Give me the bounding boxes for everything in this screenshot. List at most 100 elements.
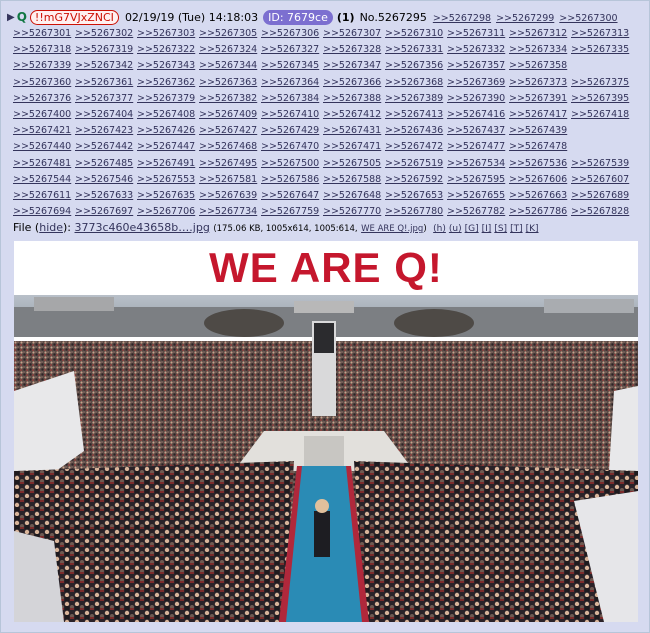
backlink[interactable]: >>5267379	[137, 93, 195, 104]
file-tool-link[interactable]: (u)	[449, 224, 462, 234]
backlink[interactable]: >>5267485	[75, 158, 133, 169]
backlink[interactable]: >>5267440	[13, 141, 71, 152]
backlink[interactable]: >>5267375	[571, 77, 629, 88]
backlink[interactable]: >>5267491	[137, 158, 195, 169]
backlink[interactable]: >>5267505	[323, 158, 381, 169]
backlink[interactable]: >>5267782	[447, 206, 505, 217]
backlink[interactable]: >>5267412	[323, 109, 381, 120]
backlink[interactable]: >>5267331	[385, 44, 443, 55]
backlink[interactable]: >>5267770	[323, 206, 381, 217]
backlink[interactable]: >>5267477	[447, 141, 505, 152]
backlink[interactable]: >>5267357	[447, 60, 505, 71]
backlink[interactable]: >>5267300	[559, 13, 617, 24]
backlink[interactable]: >>5267786	[509, 206, 567, 217]
file-link[interactable]: 3773c460e43658b….jpg	[75, 221, 210, 234]
backlink[interactable]: >>5267470	[261, 141, 319, 152]
file-tool-link[interactable]: [I]	[482, 224, 492, 234]
hide-link[interactable]: hide	[39, 221, 63, 234]
backlink[interactable]: >>5267310	[385, 28, 443, 39]
backlink[interactable]: >>5267404	[75, 109, 133, 120]
backlink[interactable]: >>5267417	[509, 109, 567, 120]
backlink[interactable]: >>5267356	[385, 60, 443, 71]
backlink[interactable]: >>5267410	[261, 109, 319, 120]
backlink[interactable]: >>5267344	[199, 60, 257, 71]
post-number[interactable]: No.5267295	[360, 11, 427, 24]
backlink[interactable]: >>5267382	[199, 93, 257, 104]
backlink[interactable]: >>5267697	[75, 206, 133, 217]
backlink[interactable]: >>5267366	[323, 77, 381, 88]
backlink[interactable]: >>5267347	[323, 60, 381, 71]
backlink[interactable]: >>5267586	[261, 174, 319, 185]
original-filename-link[interactable]: WE ARE Q!.jpg	[361, 224, 423, 234]
backlink[interactable]: >>5267358	[509, 60, 567, 71]
backlink[interactable]: >>5267706	[137, 206, 195, 217]
backlink[interactable]: >>5267447	[137, 141, 195, 152]
backlink[interactable]: >>5267319	[75, 44, 133, 55]
backlink[interactable]: >>5267418	[571, 109, 629, 120]
backlink[interactable]: >>5267305	[199, 28, 257, 39]
backlink[interactable]: >>5267363	[199, 77, 257, 88]
backlink[interactable]: >>5267395	[571, 93, 629, 104]
backlink[interactable]: >>5267362	[137, 77, 195, 88]
backlink[interactable]: >>5267342	[75, 60, 133, 71]
backlink[interactable]: >>5267442	[75, 141, 133, 152]
backlink[interactable]: >>5267426	[137, 125, 195, 136]
backlink[interactable]: >>5267301	[13, 28, 71, 39]
post-image[interactable]: WE ARE Q!	[14, 241, 638, 622]
backlink[interactable]: >>5267306	[261, 28, 319, 39]
backlink[interactable]: >>5267408	[137, 109, 195, 120]
backlink[interactable]: >>5267595	[447, 174, 505, 185]
backlink[interactable]: >>5267607	[571, 174, 629, 185]
backlink[interactable]: >>5267388	[323, 93, 381, 104]
backlink[interactable]: >>5267416	[447, 109, 505, 120]
backlink[interactable]: >>5267400	[13, 109, 71, 120]
backlink[interactable]: >>5267421	[13, 125, 71, 136]
backlink[interactable]: >>5267663	[509, 190, 567, 201]
backlink[interactable]: >>5267361	[75, 77, 133, 88]
backlink[interactable]: >>5267368	[385, 77, 443, 88]
backlink[interactable]: >>5267635	[137, 190, 195, 201]
backlink[interactable]: >>5267544	[13, 174, 71, 185]
backlink[interactable]: >>5267481	[13, 158, 71, 169]
backlink[interactable]: >>5267318	[13, 44, 71, 55]
backlink[interactable]: >>5267734	[199, 206, 257, 217]
poster-id-badge[interactable]: ID: 7679ce	[263, 9, 333, 25]
file-tool-link[interactable]: [K]	[526, 224, 539, 234]
backlink[interactable]: >>5267536	[509, 158, 567, 169]
backlink[interactable]: >>5267391	[509, 93, 567, 104]
backlink[interactable]: >>5267339	[13, 60, 71, 71]
backlink[interactable]: >>5267307	[323, 28, 381, 39]
backlink[interactable]: >>5267439	[509, 125, 567, 136]
backlink[interactable]: >>5267377	[75, 93, 133, 104]
backlink[interactable]: >>5267345	[261, 60, 319, 71]
backlink[interactable]: >>5267828	[571, 206, 629, 217]
backlink[interactable]: >>5267313	[571, 28, 629, 39]
backlink[interactable]: >>5267324	[199, 44, 257, 55]
backlink[interactable]: >>5267429	[261, 125, 319, 136]
backlink[interactable]: >>5267653	[385, 190, 443, 201]
backlink[interactable]: >>5267427	[199, 125, 257, 136]
backlink[interactable]: >>5267611	[13, 190, 71, 201]
backlink[interactable]: >>5267413	[385, 109, 443, 120]
backlink[interactable]: >>5267581	[199, 174, 257, 185]
backlink[interactable]: >>5267384	[261, 93, 319, 104]
backlink[interactable]: >>5267655	[447, 190, 505, 201]
backlink[interactable]: >>5267478	[509, 141, 567, 152]
backlink[interactable]: >>5267606	[509, 174, 567, 185]
backlink[interactable]: >>5267500	[261, 158, 319, 169]
backlink[interactable]: >>5267373	[509, 77, 567, 88]
backlink[interactable]: >>5267553	[137, 174, 195, 185]
backlink[interactable]: >>5267539	[571, 158, 629, 169]
backlink[interactable]: >>5267389	[385, 93, 443, 104]
file-tool-link[interactable]: [T]	[510, 224, 523, 234]
backlink[interactable]: >>5267390	[447, 93, 505, 104]
backlink[interactable]: >>5267332	[447, 44, 505, 55]
backlink[interactable]: >>5267360	[13, 77, 71, 88]
backlink[interactable]: >>5267328	[323, 44, 381, 55]
backlink[interactable]: >>5267639	[199, 190, 257, 201]
backlink[interactable]: >>5267437	[447, 125, 505, 136]
backlink[interactable]: >>5267694	[13, 206, 71, 217]
backlink[interactable]: >>5267588	[323, 174, 381, 185]
backlink[interactable]: >>5267322	[137, 44, 195, 55]
backlink[interactable]: >>5267519	[385, 158, 443, 169]
